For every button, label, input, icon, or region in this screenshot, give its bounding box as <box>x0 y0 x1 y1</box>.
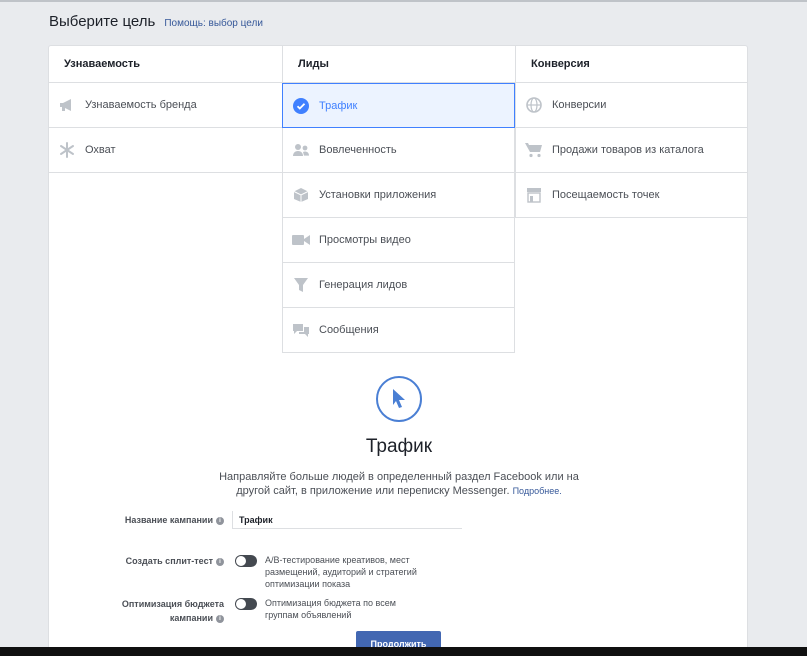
campaign-name-label: Название кампании i <box>109 511 224 527</box>
column-leads: Лиды Трафик Вовлеченность Установки прил… <box>282 46 515 353</box>
store-icon <box>525 186 543 204</box>
snowflake-icon <box>58 141 76 159</box>
campaign-name-row: Название кампании i <box>109 511 462 529</box>
info-icon[interactable]: i <box>216 516 224 525</box>
objective-detail: Трафик Направляйте больше людей в опреде… <box>49 376 749 498</box>
budget-label-text: Оптимизация бюджета кампании <box>121 599 224 623</box>
cursor-icon <box>376 376 422 422</box>
objective-messages[interactable]: Сообщения <box>282 308 515 353</box>
globe-icon <box>525 96 543 114</box>
objective-label: Продажи товаров из каталога <box>552 144 704 156</box>
detail-description: Направляйте больше людей в определенный … <box>219 470 579 498</box>
split-test-row: Создать сплит-тест i A/B-тестирование кре… <box>109 554 430 590</box>
page-title: Выберите цель <box>49 13 156 30</box>
objective-app-installs[interactable]: Установки приложения <box>282 173 515 218</box>
detail-title: Трафик <box>365 436 433 457</box>
objective-label: Узнаваемость бренда <box>85 99 197 111</box>
objective-video-views[interactable]: Просмотры видео <box>282 218 515 263</box>
taskbar <box>0 647 807 656</box>
top-border <box>0 0 807 2</box>
objective-lead-generation[interactable]: Генерация лидов <box>282 263 515 308</box>
info-icon[interactable]: i <box>216 557 224 566</box>
objective-store-visits[interactable]: Посещаемость точек <box>515 173 748 218</box>
budget-optimization-description: Оптимизация бюджета по всем группам объя… <box>265 598 396 620</box>
split-test-toggle[interactable] <box>235 555 257 567</box>
people-icon <box>292 141 310 159</box>
objective-label: Охват <box>85 144 116 156</box>
column-header: Лиды <box>282 46 515 83</box>
video-camera-icon <box>292 231 310 249</box>
split-test-description: A/B-тестирование креативов, мест размеще… <box>265 555 417 589</box>
objective-catalog-sales[interactable]: Продажи товаров из каталога <box>515 128 748 173</box>
split-test-label: Создать сплит-тест i <box>109 554 224 568</box>
objective-label: Посещаемость точек <box>552 189 660 201</box>
megaphone-icon <box>58 96 76 114</box>
budget-optimization-toggle[interactable] <box>235 598 257 610</box>
column-awareness: Узнаваемость Узнаваемость бренда Охват <box>49 46 282 173</box>
learn-more-link[interactable]: Подробнее. <box>513 486 562 496</box>
objective-card: Узнаваемость Узнаваемость бренда Охват Л… <box>48 45 748 656</box>
objective-label: Генерация лидов <box>319 279 408 291</box>
objective-label: Трафик <box>319 99 358 112</box>
box-icon <box>292 186 310 204</box>
objective-label: Вовлеченность <box>319 144 397 156</box>
split-test-label-text: Создать сплит-тест <box>125 556 213 566</box>
column-conversion: Конверсия Конверсии Продажи товаров из к… <box>515 46 748 218</box>
objective-label: Конверсии <box>552 99 607 111</box>
checkmark-icon <box>292 97 310 115</box>
objective-engagement[interactable]: Вовлеченность <box>282 128 515 173</box>
cart-icon <box>525 141 543 159</box>
funnel-icon <box>292 276 310 294</box>
chat-bubbles-icon <box>292 321 310 339</box>
campaign-name-label-text: Название кампании <box>124 515 213 525</box>
objective-label: Установки приложения <box>319 189 437 201</box>
objective-conversions[interactable]: Конверсии <box>515 83 748 128</box>
campaign-name-input[interactable] <box>232 511 462 529</box>
budget-optimization-row: Оптимизация бюджета кампании i Оптимизаци… <box>109 597 430 625</box>
page-header: Выберите цель Помощь: выбор цели <box>49 13 263 30</box>
objective-label: Просмотры видео <box>319 234 411 246</box>
info-icon[interactable]: i <box>216 614 224 623</box>
objective-label: Сообщения <box>319 324 379 336</box>
help-link[interactable]: Помощь: выбор цели <box>164 18 263 29</box>
budget-optimization-label: Оптимизация бюджета кампании i <box>109 597 224 625</box>
column-header: Узнаваемость <box>49 46 282 83</box>
objective-reach[interactable]: Охват <box>49 128 282 173</box>
column-header: Конверсия <box>515 46 748 83</box>
objective-traffic[interactable]: Трафик <box>282 83 515 128</box>
objective-brand-awareness[interactable]: Узнаваемость бренда <box>49 83 282 128</box>
